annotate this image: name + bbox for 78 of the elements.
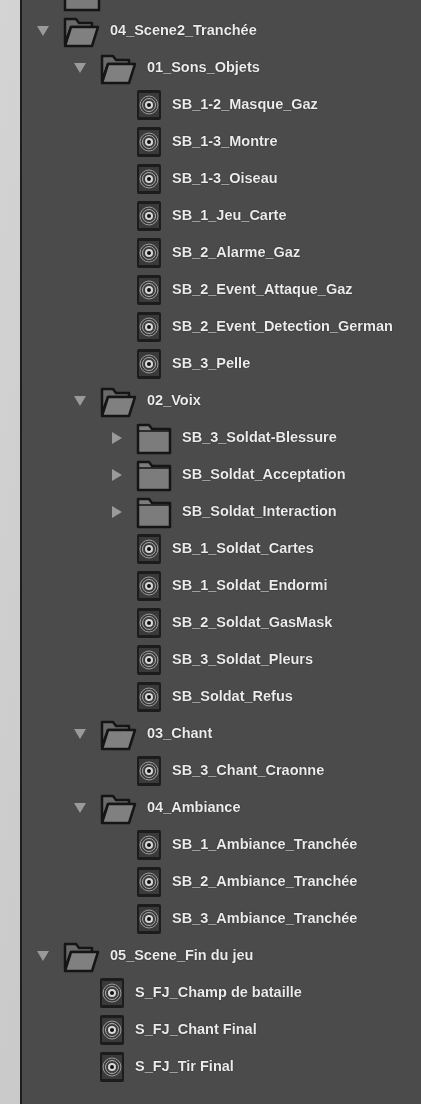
item-label: SB_2_Alarme_Gaz	[172, 242, 301, 262]
item-label: S_FJ_Champ de bataille	[135, 982, 302, 1002]
sound-file-icon	[99, 1050, 125, 1083]
tree-row[interactable]: 05_Scene_Fin du jeu	[22, 937, 421, 974]
sound-file-icon	[136, 273, 162, 306]
tree-row[interactable]: SB_2_Soldat_GasMask	[22, 604, 421, 641]
item-label: S_FJ_Chant Final	[135, 1019, 257, 1039]
sound-file-icon	[136, 828, 162, 861]
tree-row[interactable]: 04_Scene2_Tranchée	[22, 12, 421, 49]
tree-row[interactable]: S_FJ_Tir Final	[22, 1048, 421, 1085]
item-label: SB_1_Jeu_Carte	[172, 205, 287, 225]
item-label: SB_3_Soldat_Pleurs	[172, 649, 314, 669]
item-label: SB_3_Chant_Craonne	[172, 760, 325, 780]
tree-row[interactable]: 03_Chant	[22, 715, 421, 752]
item-label: 05_Scene_Fin du jeu	[110, 945, 254, 965]
sound-file-icon	[136, 199, 162, 232]
tree-row[interactable]: SB_Soldat_Acceptation	[22, 456, 421, 493]
tree-row[interactable]: S_FJ_Champ de bataille	[22, 974, 421, 1011]
item-label: SB_3_Soldat-Blessure	[182, 427, 337, 447]
tree-row[interactable]: SB_2_Event_Attaque_Gaz	[22, 271, 421, 308]
item-label: SB_Soldat_Acceptation	[182, 464, 346, 484]
sound-file-icon	[136, 532, 162, 565]
sound-file-icon	[136, 310, 162, 343]
tree-row[interactable]: SB_2_Alarme_Gaz	[22, 234, 421, 271]
tree-row[interactable]: SB_1-3_Oiseau	[22, 160, 421, 197]
tree-row[interactable]: SB_Soldat_Refus	[22, 678, 421, 715]
item-label: SB_Soldat_Refus	[172, 686, 293, 706]
tree-row[interactable]: SB_1_Jeu_Carte	[22, 197, 421, 234]
item-label: SB_3_Ambiance_Tranchée	[172, 908, 358, 928]
item-label: SB_1-3_Montre	[172, 131, 278, 151]
tree-row[interactable]: SB_1-3_Montre	[22, 123, 421, 160]
item-label: SB_3_Pelle	[172, 353, 251, 373]
tree-row[interactable]: SB_2_Ambiance_Tranchée	[22, 863, 421, 900]
item-label: SB_1_Soldat_Endormi	[172, 575, 328, 595]
item-label: 02_Voix	[147, 390, 201, 410]
sound-file-icon	[136, 162, 162, 195]
item-label: SB_2_Soldat_GasMask	[172, 612, 333, 632]
sound-file-icon	[136, 902, 162, 935]
tree-row[interactable]: SB_1_Ambiance_Tranchée	[22, 826, 421, 863]
tree-row[interactable]: SB_3_Soldat_Pleurs	[22, 641, 421, 678]
tree-row[interactable]: SB_1_Soldat_Endormi	[22, 567, 421, 604]
tree-row[interactable]: SB_3_Chant_Craonne	[22, 752, 421, 789]
item-label: 03_Chant	[147, 723, 213, 743]
item-label: SB_2_Ambiance_Tranchée	[172, 871, 358, 891]
sound-file-icon	[136, 754, 162, 787]
item-label: S_FJ_Tir Final	[135, 1056, 234, 1076]
item-label: SB_1-3_Oiseau	[172, 168, 278, 188]
sound-file-icon	[136, 347, 162, 380]
tree-row[interactable]: 01_Sons_Objets	[22, 49, 421, 86]
tree-row[interactable]: 04_Ambiance	[22, 789, 421, 826]
sound-file-icon	[136, 606, 162, 639]
item-label: SB_1-2_Masque_Gaz	[172, 94, 318, 114]
sound-file-icon	[136, 88, 162, 121]
sound-file-icon	[136, 236, 162, 269]
tree-row[interactable]: SB_3_Ambiance_Tranchée	[22, 900, 421, 937]
item-label: SB_2_Event_Detection_German	[172, 316, 393, 336]
tree-row[interactable]: SB_3_Soldat-Blessure	[22, 419, 421, 456]
sound-file-icon	[136, 643, 162, 676]
item-label: SB_Soldat_Interaction	[182, 501, 337, 521]
item-label: SB_2_Event_Attaque_Gaz	[172, 279, 353, 299]
item-label: 04_Ambiance	[147, 797, 241, 817]
sound-file-icon	[99, 976, 125, 1009]
sound-file-icon	[99, 1013, 125, 1046]
tree-row[interactable]: SB_1_Soldat_Cartes	[22, 530, 421, 567]
tree-row[interactable]: SB_Soldat_Interaction	[22, 493, 421, 530]
tree-row[interactable]: SB_1-2_Masque_Gaz	[22, 86, 421, 123]
item-label: 01_Sons_Objets	[147, 57, 260, 77]
item-label: SB_1_Ambiance_Tranchée	[172, 834, 358, 854]
sound-file-icon	[136, 569, 162, 602]
item-label: 04_Scene2_Tranchée	[110, 20, 257, 40]
sound-file-icon	[136, 125, 162, 158]
tree-row[interactable]: SB_3_Pelle	[22, 345, 421, 382]
tree-row[interactable]: SB_2_Event_Detection_German	[22, 308, 421, 345]
sound-file-icon	[136, 865, 162, 898]
item-label: SB_1_Soldat_Cartes	[172, 538, 314, 558]
sound-file-icon	[136, 680, 162, 713]
tree-row[interactable]: S_FJ_Chant Final	[22, 1011, 421, 1048]
tree-row[interactable]: 02_Voix	[22, 382, 421, 419]
